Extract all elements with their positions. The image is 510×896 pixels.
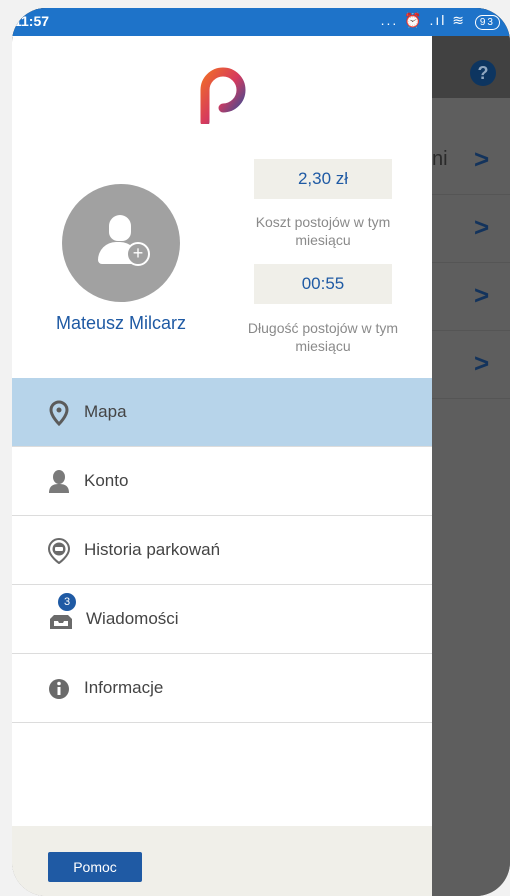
menu-item-wiadomosci[interactable]: 3 Wiadomości [12, 585, 432, 654]
parking-cost-label: Koszt postojów w tym miesiącu [255, 214, 391, 248]
menu-item-label: Wiadomości [86, 609, 179, 628]
menu-item-label: Mapa [84, 402, 127, 421]
navigation-drawer: + Mateusz Milcarz 2,30 zł Koszt postojów… [12, 36, 432, 896]
chevron-right-icon: > [474, 280, 490, 310]
help-icon[interactable]: ? [470, 60, 496, 86]
background-row[interactable]: ni > [432, 126, 510, 195]
chevron-right-icon: > [474, 144, 490, 174]
p-logo-icon [200, 67, 246, 124]
person-icon [49, 470, 69, 493]
unread-badge: 3 [58, 593, 76, 611]
plus-icon: + [126, 242, 150, 266]
status-bar: 11:57 ... ⏰ .ıl ≋ 93 [12, 8, 510, 36]
drawer-footer: Pomoc [12, 826, 432, 896]
background-row[interactable]: > [432, 262, 510, 331]
menu-item-historia[interactable]: Historia parkowań [12, 516, 432, 585]
status-time: 11:57 [14, 13, 50, 29]
status-indicators: ... ⏰ .ıl ≋ [380, 12, 466, 28]
user-name[interactable]: Mateusz Milcarz [32, 313, 210, 334]
status-icons: ... ⏰ .ıl ≋ 93 [381, 12, 500, 30]
drawer-menu: Mapa Konto Historia parkowań 3 Wiadomośc… [12, 378, 432, 723]
menu-item-mapa[interactable]: Mapa [12, 378, 432, 447]
car-pin-icon [48, 538, 70, 564]
help-button[interactable]: Pomoc [48, 852, 142, 882]
menu-item-konto[interactable]: Konto [12, 447, 432, 516]
parking-duration-label: Długość postojów w tym miesiącu [247, 320, 399, 354]
background-row[interactable]: > [432, 330, 510, 399]
avatar-head [109, 215, 131, 241]
map-pin-icon [49, 400, 69, 426]
battery-icon: 93 [474, 15, 500, 30]
phone-screen: ? ni > > > > 11:57 ... ⏰ .ıl ≋ 93 + Mate… [12, 8, 510, 896]
menu-item-label: Historia parkowań [84, 540, 221, 559]
menu-item-label: Informacje [84, 678, 164, 697]
background-row[interactable]: > [432, 194, 510, 263]
menu-item-informacje[interactable]: Informacje [12, 654, 432, 723]
menu-item-label: Konto [84, 471, 129, 490]
info-icon [49, 679, 69, 699]
user-add-icon[interactable]: + [62, 184, 180, 302]
chevron-right-icon: > [474, 348, 490, 378]
chevron-right-icon: > [474, 212, 490, 242]
background-row-text: ni [432, 148, 448, 170]
parking-duration-value: 00:55 [254, 264, 392, 304]
parking-cost-value: 2,30 zł [254, 159, 392, 199]
